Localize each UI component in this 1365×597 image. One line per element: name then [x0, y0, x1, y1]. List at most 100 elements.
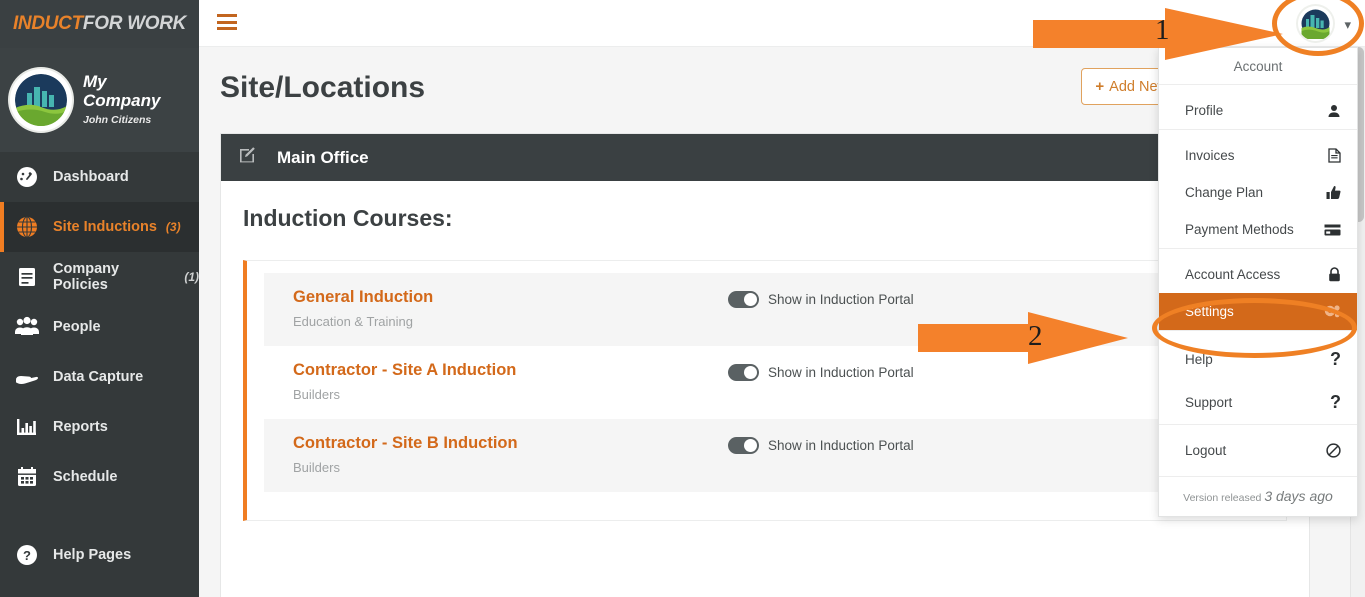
- menu-item-support[interactable]: Support ?: [1159, 381, 1357, 424]
- company-username: John Citizens: [83, 115, 173, 126]
- course-name[interactable]: General Induction: [293, 288, 728, 307]
- course-toggle-group: Show in Induction Portal: [728, 434, 914, 454]
- sidebar-item-label: Company Policies: [53, 261, 175, 293]
- chevron-down-icon[interactable]: ▾: [1344, 17, 1351, 33]
- company-name: My Company: [83, 73, 173, 110]
- menu-spacer: [1159, 85, 1357, 92]
- sidebar-item-count: (3): [166, 220, 181, 234]
- no-entry-icon: [1326, 443, 1341, 458]
- menu-item-change-plan[interactable]: Change Plan: [1159, 174, 1357, 211]
- people-icon: [12, 315, 42, 339]
- sidebar-item-dashboard[interactable]: Dashboard: [0, 152, 199, 202]
- company-avatar-image: [15, 74, 67, 126]
- location-card: Main Office Document Re Induction Course…: [220, 133, 1310, 597]
- course-name[interactable]: Contractor - Site B Induction: [293, 434, 728, 453]
- show-in-portal-toggle[interactable]: [728, 364, 759, 381]
- induction-courses-heading: Induction Courses:: [243, 205, 1287, 232]
- toggle-knob: [744, 366, 757, 379]
- menu-item-account-access[interactable]: Account Access: [1159, 256, 1357, 293]
- sidebar-item-site-inductions[interactable]: Site Inductions (3): [0, 202, 199, 252]
- course-row[interactable]: General Induction Education & Training S…: [264, 273, 1270, 346]
- menu-spacer: [1159, 130, 1357, 137]
- account-avatar-button[interactable]: [1298, 6, 1333, 41]
- sidebar-item-people[interactable]: People: [0, 302, 199, 352]
- sidebar-item-count: (1): [184, 270, 199, 284]
- menu-item-logout[interactable]: Logout: [1159, 432, 1357, 469]
- menu-item-label: Settings: [1185, 304, 1234, 319]
- sidebar-item-label: Help Pages: [53, 547, 131, 563]
- account-menu-header: Account: [1159, 48, 1357, 85]
- course-name[interactable]: Contractor - Site A Induction: [293, 361, 728, 380]
- sidebar-item-label: Dashboard: [53, 169, 129, 185]
- brand-text: INDUCTFOR WORK: [13, 13, 186, 35]
- sidebar-item-data-capture[interactable]: Data Capture: [0, 352, 199, 402]
- menu-item-invoices[interactable]: Invoices: [1159, 137, 1357, 174]
- user-icon: [1327, 104, 1341, 118]
- question-mark-icon: ?: [1330, 349, 1341, 370]
- sidebar-item-reports[interactable]: Reports: [0, 402, 199, 452]
- menu-spacer: [1159, 469, 1357, 476]
- menu-item-help[interactable]: Help ?: [1159, 338, 1357, 381]
- account-dropdown-menu: Account Profile Invoices Change Plan Pay…: [1158, 47, 1358, 517]
- sidebar-item-label: Site Inductions: [53, 219, 157, 235]
- edit-pencil-icon[interactable]: [237, 145, 257, 170]
- course-row[interactable]: Contractor - Site B Induction Builders S…: [264, 419, 1270, 492]
- company-profile[interactable]: My Company John Citizens: [0, 48, 199, 152]
- card-body: Induction Courses: Create Ind General In…: [221, 181, 1309, 521]
- menu-item-label: Help: [1185, 352, 1213, 367]
- sidebar: INDUCTFOR WORK: [0, 0, 199, 597]
- card-header: Main Office Document Re: [221, 134, 1309, 181]
- hamburger-bar: [217, 21, 237, 24]
- hamburger-icon[interactable]: [217, 14, 237, 31]
- sidebar-item-schedule[interactable]: Schedule: [0, 452, 199, 502]
- sidebar-item-label: Reports: [53, 419, 108, 435]
- course-info: Contractor - Site A Induction Builders: [293, 361, 728, 402]
- top-bar: ▾: [199, 0, 1365, 47]
- company-avatar-image: [1298, 6, 1333, 41]
- course-category: Builders: [293, 460, 728, 475]
- question-mark-icon: ?: [1330, 392, 1341, 413]
- globe-icon: [12, 215, 42, 239]
- menu-spacer: [1159, 331, 1357, 338]
- sidebar-item-company-policies[interactable]: Company Policies (1): [0, 252, 199, 302]
- toggle-knob: [744, 439, 757, 452]
- menu-item-settings[interactable]: Settings: [1159, 293, 1357, 330]
- sidebar-item-label: Data Capture: [53, 369, 143, 385]
- sidebar-item-help-pages[interactable]: ? Help Pages: [0, 530, 199, 580]
- course-category: Builders: [293, 387, 728, 402]
- menu-item-label: Change Plan: [1185, 185, 1263, 200]
- credit-card-icon: [1324, 224, 1341, 236]
- show-in-portal-label: Show in Induction Portal: [768, 365, 914, 380]
- course-list: General Induction Education & Training S…: [243, 260, 1287, 521]
- dashboard-gauge-icon: [12, 165, 42, 189]
- thumbs-up-icon: [1326, 185, 1341, 200]
- city-landscape-logo: [15, 74, 67, 126]
- hamburger-bar: [217, 14, 237, 17]
- sidebar-spacer: [0, 502, 199, 530]
- menu-item-label: Payment Methods: [1185, 222, 1294, 237]
- menu-item-label: Account Access: [1185, 267, 1280, 282]
- company-avatar: [10, 69, 72, 131]
- menu-spacer: [1159, 425, 1357, 432]
- course-row[interactable]: Contractor - Site A Induction Builders S…: [264, 346, 1270, 419]
- course-toggle-group: Show in Induction Portal: [728, 288, 914, 308]
- company-meta: My Company John Citizens: [83, 73, 173, 126]
- course-category: Education & Training: [293, 314, 728, 329]
- plus-icon: +: [1095, 78, 1104, 95]
- menu-item-label: Invoices: [1185, 148, 1235, 163]
- menu-item-profile[interactable]: Profile: [1159, 92, 1357, 129]
- course-info: Contractor - Site B Induction Builders: [293, 434, 728, 475]
- course-info: General Induction Education & Training: [293, 288, 728, 329]
- course-toggle-group: Show in Induction Portal: [728, 361, 914, 381]
- document-icon: [1328, 148, 1341, 163]
- svg-text:?: ?: [23, 548, 31, 563]
- app-root: INDUCTFOR WORK: [0, 0, 1365, 597]
- show-in-portal-toggle[interactable]: [728, 291, 759, 308]
- menu-item-payment-methods[interactable]: Payment Methods: [1159, 211, 1357, 248]
- version-prefix: Version released: [1183, 492, 1261, 504]
- show-in-portal-toggle[interactable]: [728, 437, 759, 454]
- calendar-icon: [12, 465, 42, 489]
- toggle-knob: [744, 293, 757, 306]
- brand-logo[interactable]: INDUCTFOR WORK: [0, 0, 199, 48]
- version-value: 3 days ago: [1264, 488, 1333, 504]
